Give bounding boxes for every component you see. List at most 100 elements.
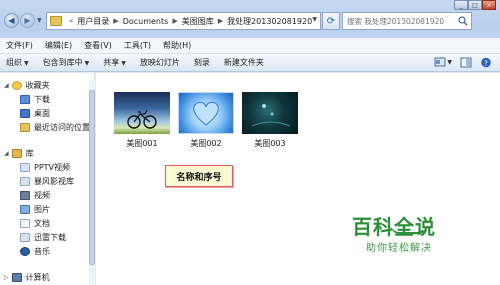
sidebar-item-music[interactable]: 音乐 xyxy=(20,245,50,258)
library-icon xyxy=(11,149,22,158)
arrow-left-icon: ◀ xyxy=(8,15,15,25)
sidebar-item-label: 暴风影视库 xyxy=(34,177,74,186)
refresh-icon: ⟳ xyxy=(326,15,336,27)
document-icon xyxy=(20,219,30,228)
sidebar-item-label: PPTV视频 xyxy=(34,163,71,172)
toolbar-right-group: ▼ ? xyxy=(426,57,492,68)
file-name[interactable]: 美图003 xyxy=(242,138,298,149)
sidebar-item-documents[interactable]: 文档 xyxy=(20,217,50,230)
command-bar: 组织 ▼ 包含到库中 ▼ 共享 ▼ 放映幻灯片 刻录 新建文件夹 ▼ ? xyxy=(0,54,500,72)
breadcrumb-item[interactable]: Documents xyxy=(123,17,169,26)
breadcrumb-item[interactable]: 美图图库 xyxy=(182,16,214,27)
file-item[interactable]: 美图003 xyxy=(242,92,312,164)
minimize-button[interactable]: _ xyxy=(454,0,468,10)
sidebar-item-pptv[interactable]: PPTV视频 xyxy=(20,161,70,174)
computer-icon xyxy=(11,273,22,282)
chevron-down-icon: ▼ xyxy=(84,60,90,67)
window-controls: _ □ × xyxy=(454,0,496,10)
sidebar-item-computer[interactable]: ▷ 计算机 xyxy=(4,271,50,284)
file-list: 美图001 美图002 美图003 百科全说 助你轻松解决 xyxy=(96,73,500,285)
menu-tools[interactable]: 工具(T) xyxy=(124,40,151,51)
menu-edit[interactable]: 编辑(E) xyxy=(45,40,72,51)
sidebar-item-libraries[interactable]: ◢ 库 xyxy=(4,147,34,160)
address-dropdown-icon[interactable]: ▼ xyxy=(312,16,317,23)
breadcrumb-separator-icon[interactable]: ▶ xyxy=(113,17,118,25)
folder-icon xyxy=(50,16,62,26)
image-thumbnail[interactable] xyxy=(242,92,298,134)
search-input[interactable] xyxy=(347,16,455,26)
sidebar-item-favorites[interactable]: ◢ 收藏夹 xyxy=(4,79,50,92)
back-button[interactable]: ◀ xyxy=(4,13,19,28)
chevron-down-icon[interactable]: ▼ xyxy=(447,59,452,66)
share-button[interactable]: 共享 ▼ xyxy=(103,57,126,68)
breadcrumb-separator-icon[interactable]: ▶ xyxy=(172,17,177,25)
desktop-icon xyxy=(20,109,30,118)
sidebar-item-label: 下载 xyxy=(34,95,50,104)
search-box[interactable] xyxy=(342,12,472,30)
image-thumbnail[interactable] xyxy=(178,92,234,134)
sidebar-item-label: 库 xyxy=(25,149,34,158)
video-library-icon xyxy=(20,177,30,186)
chevron-down-icon: ▼ xyxy=(37,17,42,24)
collapse-arrow-icon[interactable]: ◢ xyxy=(4,150,9,157)
sidebar-item-pictures[interactable]: 图片 xyxy=(20,203,50,216)
recent-pages-dropdown[interactable]: ▼ xyxy=(37,17,45,25)
star-icon xyxy=(11,81,22,90)
file-name[interactable]: 美图001 xyxy=(114,138,170,149)
sidebar-item-downloads[interactable]: 下载 xyxy=(20,93,50,106)
annotation-callout: 名称和序号 xyxy=(165,165,233,187)
new-folder-button[interactable]: 新建文件夹 xyxy=(224,57,264,68)
breadcrumb-chevron-icon[interactable]: « xyxy=(69,17,73,25)
svg-text:?: ? xyxy=(484,59,488,67)
view-options-icon[interactable] xyxy=(434,57,446,68)
picture-icon xyxy=(20,205,30,214)
preview-pane-icon[interactable] xyxy=(460,57,472,68)
sidebar-item-label: 收藏夹 xyxy=(25,81,50,90)
sidebar-item-baofeng[interactable]: 暴风影视库 xyxy=(20,175,74,188)
file-name[interactable]: 美图002 xyxy=(178,138,234,149)
menu-view[interactable]: 查看(V) xyxy=(84,40,112,51)
explorer-window: _ □ × ◀ ▶ ▼ « 用户目录 ▶ Documents ▶ 美图图库 ▶ … xyxy=(0,0,500,285)
refresh-button[interactable]: ⟳ xyxy=(322,12,340,30)
organize-button[interactable]: 组织 ▼ xyxy=(6,57,29,68)
sidebar-item-label: 视频 xyxy=(34,191,50,200)
recent-places-icon xyxy=(20,123,30,132)
sidebar-item-xunlei[interactable]: 迅雷下载 xyxy=(20,231,66,244)
title-bar: _ □ × ◀ ▶ ▼ « 用户目录 ▶ Documents ▶ 美图图库 ▶ … xyxy=(0,0,500,38)
sidebar-item-label: 计算机 xyxy=(25,273,50,282)
burn-button[interactable]: 刻录 xyxy=(194,57,210,68)
file-item[interactable]: 美图002 xyxy=(178,92,248,164)
collapse-arrow-icon[interactable]: ◢ xyxy=(4,82,9,89)
search-icon[interactable] xyxy=(458,16,468,26)
music-note-icon xyxy=(20,247,30,256)
download-folder-icon xyxy=(20,233,30,242)
sidebar-item-videos[interactable]: 视频 xyxy=(20,189,50,202)
sidebar-item-recent[interactable]: 最近访问的位置 xyxy=(20,121,90,134)
download-folder-icon xyxy=(20,95,30,104)
include-in-library-label: 包含到库中 xyxy=(42,58,83,67)
collapse-arrow-icon[interactable]: ▷ xyxy=(4,274,9,281)
include-in-library-button[interactable]: 包含到库中 ▼ xyxy=(43,57,90,68)
sidebar-scrollbar[interactable] xyxy=(89,80,95,285)
close-button[interactable]: × xyxy=(482,0,496,10)
sidebar-item-label: 音乐 xyxy=(34,247,50,256)
menu-help[interactable]: 帮助(H) xyxy=(163,40,191,51)
scrollbar-thumb[interactable] xyxy=(89,90,95,265)
video-library-icon xyxy=(20,163,30,172)
menu-file[interactable]: 文件(F) xyxy=(6,40,33,51)
smile-arc-icon xyxy=(390,224,428,234)
sidebar-item-label: 迅雷下载 xyxy=(34,233,66,242)
slideshow-button[interactable]: 放映幻灯片 xyxy=(140,57,180,68)
breadcrumb-item[interactable]: 我处理201302081920 xyxy=(227,16,312,27)
maximize-button[interactable]: □ xyxy=(468,0,482,10)
file-item[interactable]: 美图001 xyxy=(114,92,184,164)
breadcrumb-item[interactable]: 用户目录 xyxy=(77,16,109,27)
help-icon[interactable]: ? xyxy=(480,57,492,68)
forward-button[interactable]: ▶ xyxy=(20,13,35,28)
image-thumbnail[interactable] xyxy=(114,92,170,134)
film-icon xyxy=(20,191,30,200)
breadcrumb-separator-icon[interactable]: ▶ xyxy=(218,17,223,25)
navigation-pane: ◢ 收藏夹 下载 桌面 最近访问的位置 ◢ 库 PPTV视频 暴风影视库 视频 … xyxy=(0,73,95,285)
sidebar-item-desktop[interactable]: 桌面 xyxy=(20,107,50,120)
address-bar[interactable]: « 用户目录 ▶ Documents ▶ 美图图库 ▶ 我处理201302081… xyxy=(46,12,321,30)
